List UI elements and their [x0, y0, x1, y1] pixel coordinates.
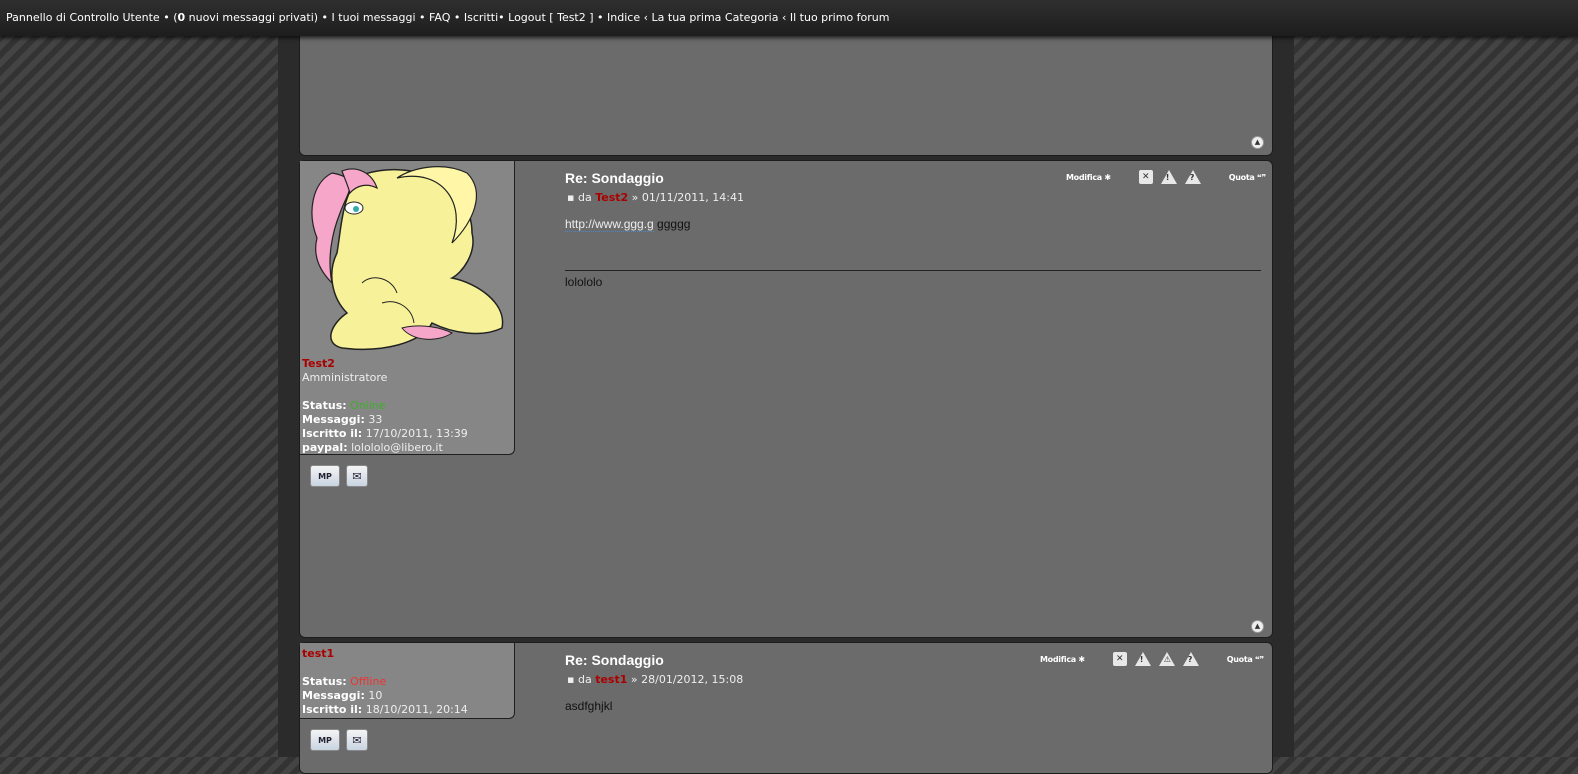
profile-status: Status: Offline — [302, 675, 387, 688]
edit-button[interactable]: Modifica ✱ — [1066, 173, 1111, 182]
profile-status: Status: Online — [302, 399, 386, 412]
profile-paypal: paypal: lolololo@libero.it — [302, 441, 443, 454]
profile-posts: Messaggi: 33 — [302, 413, 383, 426]
post: test1 Status: Offline Messaggi: 10 Iscri… — [299, 642, 1273, 774]
email-button[interactable]: ✉ — [346, 465, 368, 487]
faq-link[interactable]: FAQ — [429, 11, 450, 24]
pm-button[interactable]: MP — [310, 465, 340, 487]
post-profile: test1 Status: Offline Messaggi: 10 Iscri… — [300, 643, 515, 719]
post-meta: ▪ da test1 » 28/01/2012, 15:08 — [567, 673, 744, 686]
post-signature: lolololo — [565, 275, 603, 289]
post-icon: ▪ — [567, 673, 575, 686]
post-tools: Modifica ✱ ✕ ! ? Quota ❝❞ — [1066, 170, 1266, 184]
top-navigation-bar: Pannello di Controllo Utente • (0 nuovi … — [0, 0, 1578, 36]
post-date: » 28/01/2012, 15:08 — [630, 673, 744, 686]
question-icon[interactable]: ? — [1182, 652, 1199, 666]
my-posts-link[interactable]: I tuoi messaggi — [332, 11, 416, 24]
pm-count[interactable]: 0 — [177, 11, 185, 24]
warning-icon[interactable]: ⚠ — [1158, 652, 1175, 666]
top-nav-links: Pannello di Controllo Utente • (0 nuovi … — [6, 11, 890, 24]
ucp-link[interactable]: Pannello di Controllo Utente — [6, 11, 160, 24]
index-link[interactable]: Indice — [607, 11, 640, 24]
post-body: http://www.ggg.g ggggg — [565, 217, 691, 232]
close-icon[interactable]: ✕ — [1138, 170, 1153, 184]
category-link[interactable]: La tua prima Categoria — [652, 11, 779, 24]
post-meta: ▪ da Test2 » 01/11/2011, 14:41 — [567, 191, 744, 204]
post: Test2 Amministratore Status: Online Mess… — [299, 160, 1273, 638]
exclamation-icon[interactable]: ! — [1134, 652, 1151, 666]
signature-divider — [565, 270, 1261, 271]
contact-buttons: MP ✉ — [310, 729, 368, 751]
contact-buttons: MP ✉ — [310, 465, 368, 487]
profile-info: Test2 Amministratore Status: Online Mess… — [302, 357, 468, 455]
profile-posts: Messaggi: 10 — [302, 689, 383, 702]
close-icon[interactable]: ✕ — [1112, 652, 1127, 666]
post-date: » 01/11/2011, 14:41 — [631, 191, 744, 204]
profile-username[interactable]: test1 — [302, 647, 468, 661]
pm-link[interactable]: nuovi messaggi privati) — [185, 11, 318, 24]
arrow-up-icon[interactable]: ▲ — [1251, 620, 1264, 633]
post-body: asdfghjkl — [565, 699, 613, 713]
post-tools: Modifica ✱ ✕ ! ⚠ ? Quota ❝❞ — [1040, 652, 1264, 666]
post-title[interactable]: Re: Sondaggio — [565, 170, 664, 186]
profile-joined: Iscritto il: 17/10/2011, 13:39 — [302, 427, 468, 440]
profile-joined: Iscritto il: 18/10/2011, 20:14 — [302, 703, 468, 716]
post-author[interactable]: test1 — [595, 673, 627, 686]
post-link[interactable]: http://www.ggg.g — [565, 217, 654, 232]
quote-button[interactable]: Quota ❝❞ — [1229, 173, 1266, 182]
profile-info: test1 Status: Offline Messaggi: 10 Iscri… — [302, 647, 468, 717]
forum-link[interactable]: Il tuo primo forum — [790, 11, 890, 24]
members-link[interactable]: Iscritti — [464, 11, 498, 24]
profile-role: Amministratore — [302, 371, 388, 384]
exclamation-icon[interactable]: ! — [1160, 170, 1177, 184]
email-button[interactable]: ✉ — [346, 729, 368, 751]
post-title[interactable]: Re: Sondaggio — [565, 652, 664, 668]
avatar — [311, 166, 504, 351]
question-icon[interactable]: ? — [1184, 170, 1201, 184]
profile-username[interactable]: Test2 — [302, 357, 468, 371]
edit-button[interactable]: Modifica ✱ — [1040, 655, 1085, 664]
arrow-up-icon[interactable]: ▲ — [1251, 136, 1264, 149]
logout-link[interactable]: Logout [ Test2 ] — [508, 11, 593, 24]
post-profile: Test2 Amministratore Status: Online Mess… — [300, 161, 515, 455]
post-author[interactable]: Test2 — [595, 191, 628, 204]
pm-button[interactable]: MP — [310, 729, 340, 751]
quote-button[interactable]: Quota ❝❞ — [1227, 655, 1264, 664]
post-icon: ▪ — [567, 191, 575, 204]
